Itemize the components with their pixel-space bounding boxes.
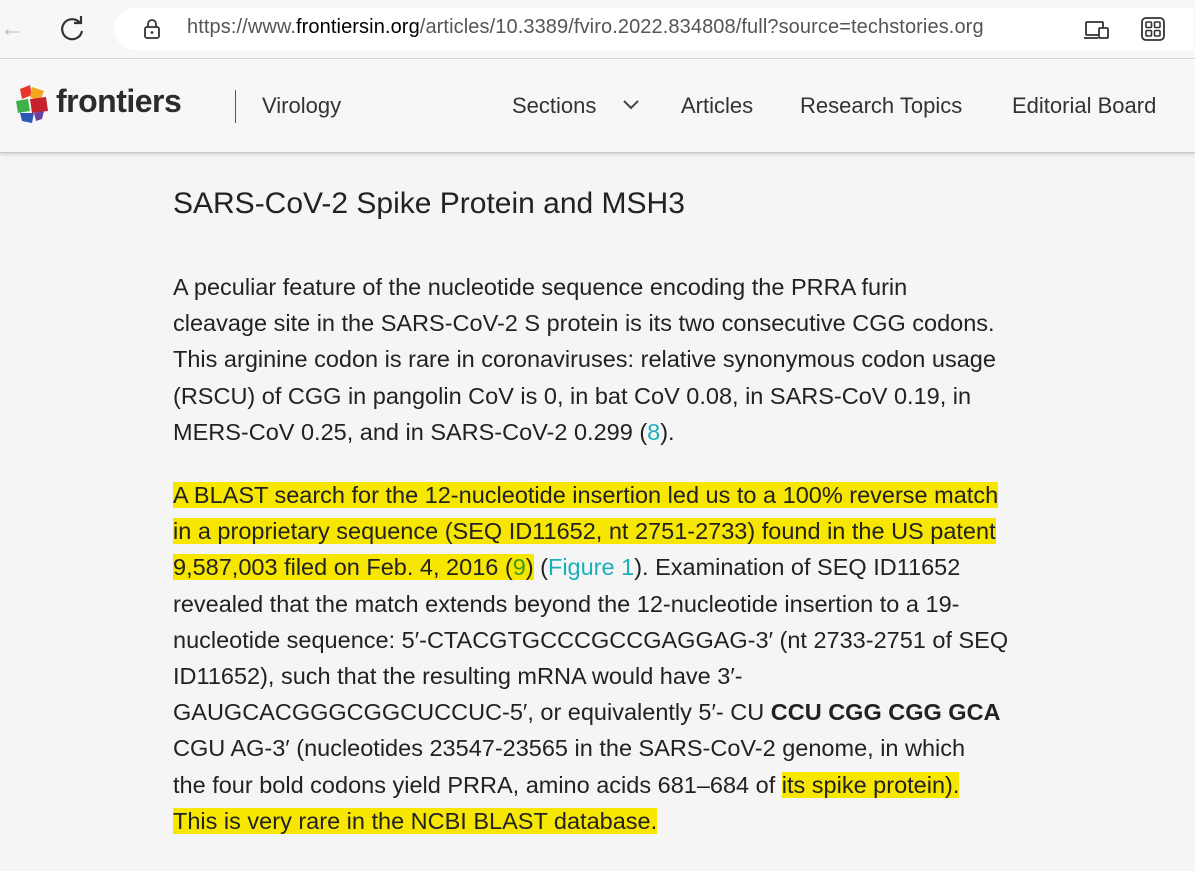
section-heading: SARS-CoV-2 Spike Protein and MSH3: [173, 187, 685, 220]
url-text[interactable]: https://www.frontiersin.org/articles/10.…: [187, 16, 984, 39]
text-segment: MERS-CoV 0.25, and in SARS-CoV-2 0.299 (: [173, 418, 648, 445]
text-segment: GAUGCACGGGCGGCUCCUC-5′, or equivalently …: [173, 699, 771, 726]
frontiers-logo-icon[interactable]: [16, 85, 50, 123]
paragraph-1: A peculiar feature of the nucleotide seq…: [173, 269, 1133, 450]
text-line: MERS-CoV 0.25, and in SARS-CoV-2 0.299 (…: [173, 414, 1133, 450]
text-segment: 9,587,003 filed on Feb. 4, 2016 (: [173, 554, 513, 581]
highlighted-text: A BLAST search for the 12-nucleotide ins…: [173, 482, 999, 508]
url-prefix: https://www.: [187, 16, 297, 38]
highlighted-text: 9,587,003 filed on Feb. 4, 2016 (9): [173, 554, 534, 581]
highlighted-text: This is very rare in the NCBI BLAST data…: [173, 807, 658, 834]
text-line: the four bold codons yield PRRA, amino a…: [173, 767, 1133, 803]
site-header: frontiers Virology Sections Articles Res…: [0, 59, 1195, 153]
text-line: CGU AG-3′ (nucleotides 23547-23565 in th…: [173, 735, 966, 762]
text-line: A BLAST search for the 12-nucleotide ins…: [173, 477, 1133, 513]
text-segment: ): [525, 554, 534, 581]
paragraph-2: A BLAST search for the 12-nucleotide ins…: [173, 477, 1133, 839]
text-line: 9,587,003 filed on Feb. 4, 2016 (9) (Fig…: [173, 549, 1133, 585]
text-line: revealed that the match extends beyond t…: [173, 590, 960, 617]
nav-articles[interactable]: Articles: [681, 93, 753, 119]
url-path: /articles/10.3389/fviro.2022.834808/full…: [419, 16, 984, 38]
back-arrow-icon[interactable]: ←: [0, 16, 24, 42]
text-line: nucleotide sequence: 5′-CTACGTGCCCGCCGAG…: [173, 626, 1009, 653]
nav-sections[interactable]: Sections: [512, 93, 596, 119]
browser-toolbar: ← https://www.frontiersin.org/articles/1…: [0, 0, 1195, 59]
figure-1-link[interactable]: Figure 1: [548, 554, 634, 580]
text-line: cleavage site in the SARS-CoV-2 S protei…: [173, 310, 995, 337]
header-divider: [235, 90, 236, 123]
text-line: in a proprietary sequence (SEQ ID11652, …: [173, 513, 1133, 549]
nav-editorial-board[interactable]: Editorial Board: [1012, 93, 1156, 119]
reference-link-9[interactable]: 9: [513, 554, 526, 580]
reload-icon[interactable]: [58, 15, 86, 43]
text-line: This arginine codon is rare in coronavir…: [173, 346, 996, 373]
text-segment: (: [533, 554, 548, 581]
text-line: GAUGCACGGGCGGCUCCUC-5′, or equivalently …: [173, 694, 1133, 730]
text-segment: the four bold codons yield PRRA, amino a…: [173, 771, 782, 798]
lock-icon[interactable]: [142, 19, 162, 39]
url-domain: frontiersin.org: [296, 16, 420, 38]
bold-codons: CCU CGG CGG GCA: [770, 699, 1001, 726]
device-view-icon[interactable]: [1084, 20, 1110, 40]
text-segment: ). Examination of SEQ ID11652: [634, 554, 961, 581]
reference-link-8[interactable]: 8: [647, 419, 660, 445]
highlighted-text: in a proprietary sequence (SEQ ID11652, …: [173, 518, 996, 545]
nav-research-topics[interactable]: Research Topics: [800, 93, 962, 119]
apps-grid-icon[interactable]: [1141, 17, 1165, 41]
text-line: ID11652), such that the resulting mRNA w…: [173, 662, 743, 689]
address-bar[interactable]: https://www.frontiersin.org/articles/10.…: [114, 8, 1194, 50]
text-line: A peculiar feature of the nucleotide seq…: [173, 274, 908, 300]
frontiers-logo-text[interactable]: frontiers: [56, 83, 182, 120]
text-segment: ).: [660, 418, 675, 445]
chevron-down-icon[interactable]: [623, 100, 639, 110]
highlighted-text: its spike protein).: [781, 771, 960, 798]
journal-name[interactable]: Virology: [262, 93, 341, 119]
text-line: (RSCU) of CGG in pangolin CoV is 0, in b…: [173, 382, 972, 409]
text-line: This is very rare in the NCBI BLAST data…: [173, 803, 1133, 839]
